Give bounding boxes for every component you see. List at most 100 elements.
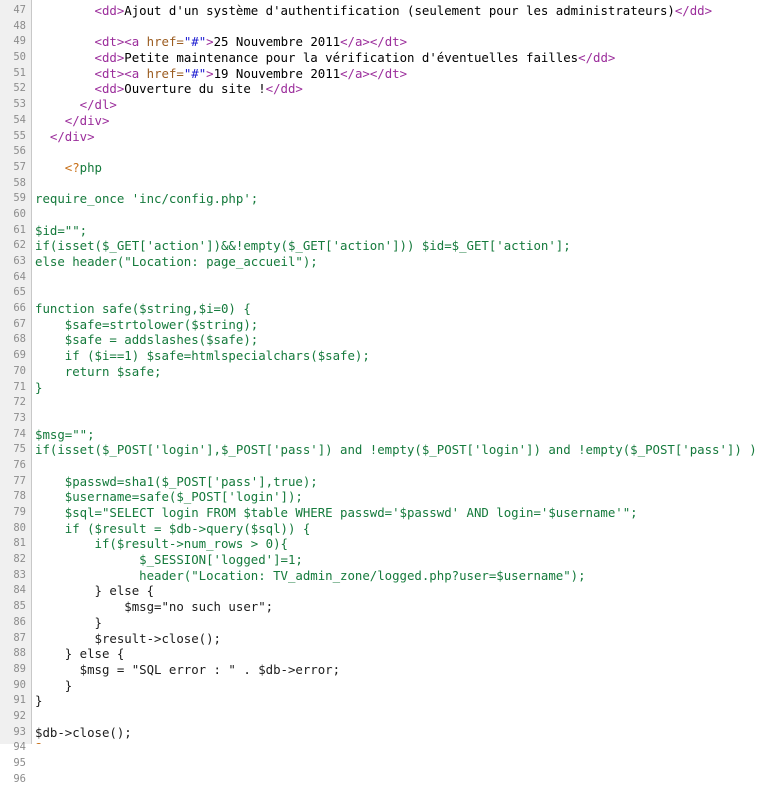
line-number: 80 — [13, 521, 26, 534]
code-line[interactable]: ?> — [35, 740, 760, 744]
code-line[interactable] — [35, 270, 760, 286]
line-number: 66 — [13, 302, 26, 315]
line-number: 60 — [13, 207, 26, 220]
code-token-plain: $msg = "SQL error : " . $db->error; — [35, 661, 341, 677]
code-line[interactable]: $_SESSION['logged']=1; — [35, 552, 760, 568]
code-token-php: header("Location: TV_admin_zone/logged.p… — [35, 567, 586, 583]
code-line[interactable] — [35, 285, 760, 301]
code-line[interactable]: <?php — [35, 160, 760, 176]
code-line[interactable]: } else { — [35, 646, 760, 662]
code-line[interactable]: } — [35, 615, 760, 631]
line-number: 75 — [13, 443, 26, 456]
code-token-txt: 19 Nouvembre 2011 — [213, 65, 341, 81]
code-line[interactable]: $safe=strtolower($string); — [35, 317, 760, 333]
line-number: 70 — [13, 364, 26, 377]
code-token-txt: Petite maintenance pour la vérification … — [124, 50, 579, 66]
code-token-php: php — [79, 159, 102, 175]
code-token-tag: <dt><a — [94, 34, 147, 50]
code-line[interactable]: } else { — [35, 583, 760, 599]
code-content-area[interactable]: <dd>Ajout d'un système d'authentificatio… — [32, 0, 760, 744]
line-number: 69 — [13, 349, 26, 362]
code-line[interactable] — [35, 176, 760, 192]
code-token-php: $id=""; — [35, 222, 88, 238]
code-line[interactable] — [35, 19, 760, 35]
code-line[interactable]: else header("Location: page_accueil"); — [35, 254, 760, 270]
code-token-tag: </dd> — [265, 81, 303, 97]
code-line[interactable]: $result->close(); — [35, 631, 760, 647]
code-token-tag: <dd> — [94, 3, 125, 18]
code-line[interactable]: $msg="no such user"; — [35, 599, 760, 615]
code-line[interactable]: $safe = addslashes($safe); — [35, 332, 760, 348]
code-token-php: } — [35, 379, 43, 395]
code-line[interactable]: $msg = "SQL error : " . $db->error; — [35, 662, 760, 678]
line-number: 92 — [13, 709, 26, 722]
code-line[interactable]: <dd>Petite maintenance pour la vérificat… — [35, 50, 760, 66]
line-number: 90 — [13, 678, 26, 691]
code-token-tag: <dd> — [94, 81, 125, 97]
code-line[interactable]: <dd>Ajout d'un système d'authentificatio… — [35, 3, 760, 19]
code-token-tag: <dd> — [94, 50, 125, 66]
code-line[interactable]: $username=safe($_POST['login']); — [35, 489, 760, 505]
code-token-plain: $msg="no such user"; — [35, 599, 274, 615]
line-number-gutter: 47 48 49 50 51 52 53 54 55 56 57 58 59 60 61 62 63 64 65 66… — [0, 0, 32, 785]
code-token-attr: href= — [146, 65, 184, 81]
code-token-str: "#" — [183, 34, 207, 50]
code-token-plain: } else { — [35, 583, 155, 599]
code-line[interactable] — [35, 395, 760, 411]
code-token-str: "#" — [183, 65, 207, 81]
code-line[interactable] — [35, 411, 760, 427]
code-line[interactable]: } — [35, 678, 760, 694]
code-line[interactable]: </div> — [35, 129, 760, 145]
code-line[interactable]: <dt><a href="#">19 Nouvembre 2011</a></d… — [35, 66, 760, 82]
code-line[interactable]: header("Location: TV_admin_zone/logged.p… — [35, 568, 760, 584]
code-editor[interactable]: 47 48 49 50 51 52 53 54 55 56 57 58 59 60 61 62 63 64 65 66… — [0, 0, 760, 785]
code-line[interactable]: function safe($string,$i=0) { — [35, 301, 760, 317]
code-line[interactable]: <dd>Ouverture du site !</dd> — [35, 81, 760, 97]
code-line[interactable]: $sql="SELECT login FROM $table WHERE pas… — [35, 505, 760, 521]
code-line[interactable]: if ($result = $db->query($sql)) { — [35, 521, 760, 537]
code-line[interactable]: $passwd=sha1($_POST['pass'],true); — [35, 474, 760, 490]
code-token-txt: Ajout d'un système d'authentification (s… — [124, 3, 675, 18]
code-line[interactable]: $msg=""; — [35, 427, 760, 443]
code-token-phpdelim: <? — [64, 159, 80, 175]
line-number: 86 — [13, 615, 26, 628]
code-line[interactable]: if ($i==1) $safe=htmlspecialchars($safe)… — [35, 348, 760, 364]
code-token-plain: $db->close(); — [35, 724, 132, 740]
code-line[interactable] — [35, 458, 760, 474]
code-token-php: if(isset($_POST['login'],$_POST['pass'])… — [35, 442, 760, 458]
code-line[interactable]: if(isset($_GET['action'])&&!empty($_GET[… — [35, 238, 760, 254]
code-line[interactable]: return $safe; — [35, 364, 760, 380]
code-token-tag: </a></dt> — [340, 34, 408, 50]
line-number: 85 — [13, 600, 26, 613]
code-line[interactable]: } — [35, 693, 760, 709]
code-token-tag: </dl> — [79, 97, 117, 113]
code-line[interactable] — [35, 207, 760, 223]
code-token-php: function safe($string,$i=0) { — [35, 301, 251, 317]
code-token-tag: <dt><a — [94, 65, 147, 81]
code-line[interactable]: } — [35, 380, 760, 396]
line-number: 87 — [13, 631, 26, 644]
line-number: 84 — [13, 584, 26, 597]
code-line[interactable]: require_once 'inc/config.php'; — [35, 191, 760, 207]
code-line[interactable]: $id=""; — [35, 223, 760, 239]
code-line[interactable]: $db->close(); — [35, 725, 760, 741]
code-line[interactable]: </div> — [35, 113, 760, 129]
code-token-php: if(isset($_GET['action'])&&!empty($_GET[… — [35, 238, 571, 254]
code-token-txt: 25 Nouvembre 2011 — [213, 34, 341, 50]
line-number: 57 — [13, 160, 26, 173]
code-token-php: if ($result = $db->query($sql)) { — [35, 520, 311, 536]
line-number: 89 — [13, 662, 26, 675]
line-number: 55 — [13, 129, 26, 142]
line-number: 96 — [13, 772, 26, 785]
code-line[interactable]: </dl> — [35, 97, 760, 113]
code-line[interactable]: if(isset($_POST['login'],$_POST['pass'])… — [35, 442, 760, 458]
code-token-plain: } — [35, 677, 73, 693]
code-line[interactable]: if($result->num_rows > 0){ — [35, 536, 760, 552]
code-line[interactable] — [35, 144, 760, 160]
line-number: 62 — [13, 239, 26, 252]
code-line[interactable]: <dt><a href="#">25 Nouvembre 2011</a></d… — [35, 34, 760, 50]
code-line[interactable] — [35, 709, 760, 725]
